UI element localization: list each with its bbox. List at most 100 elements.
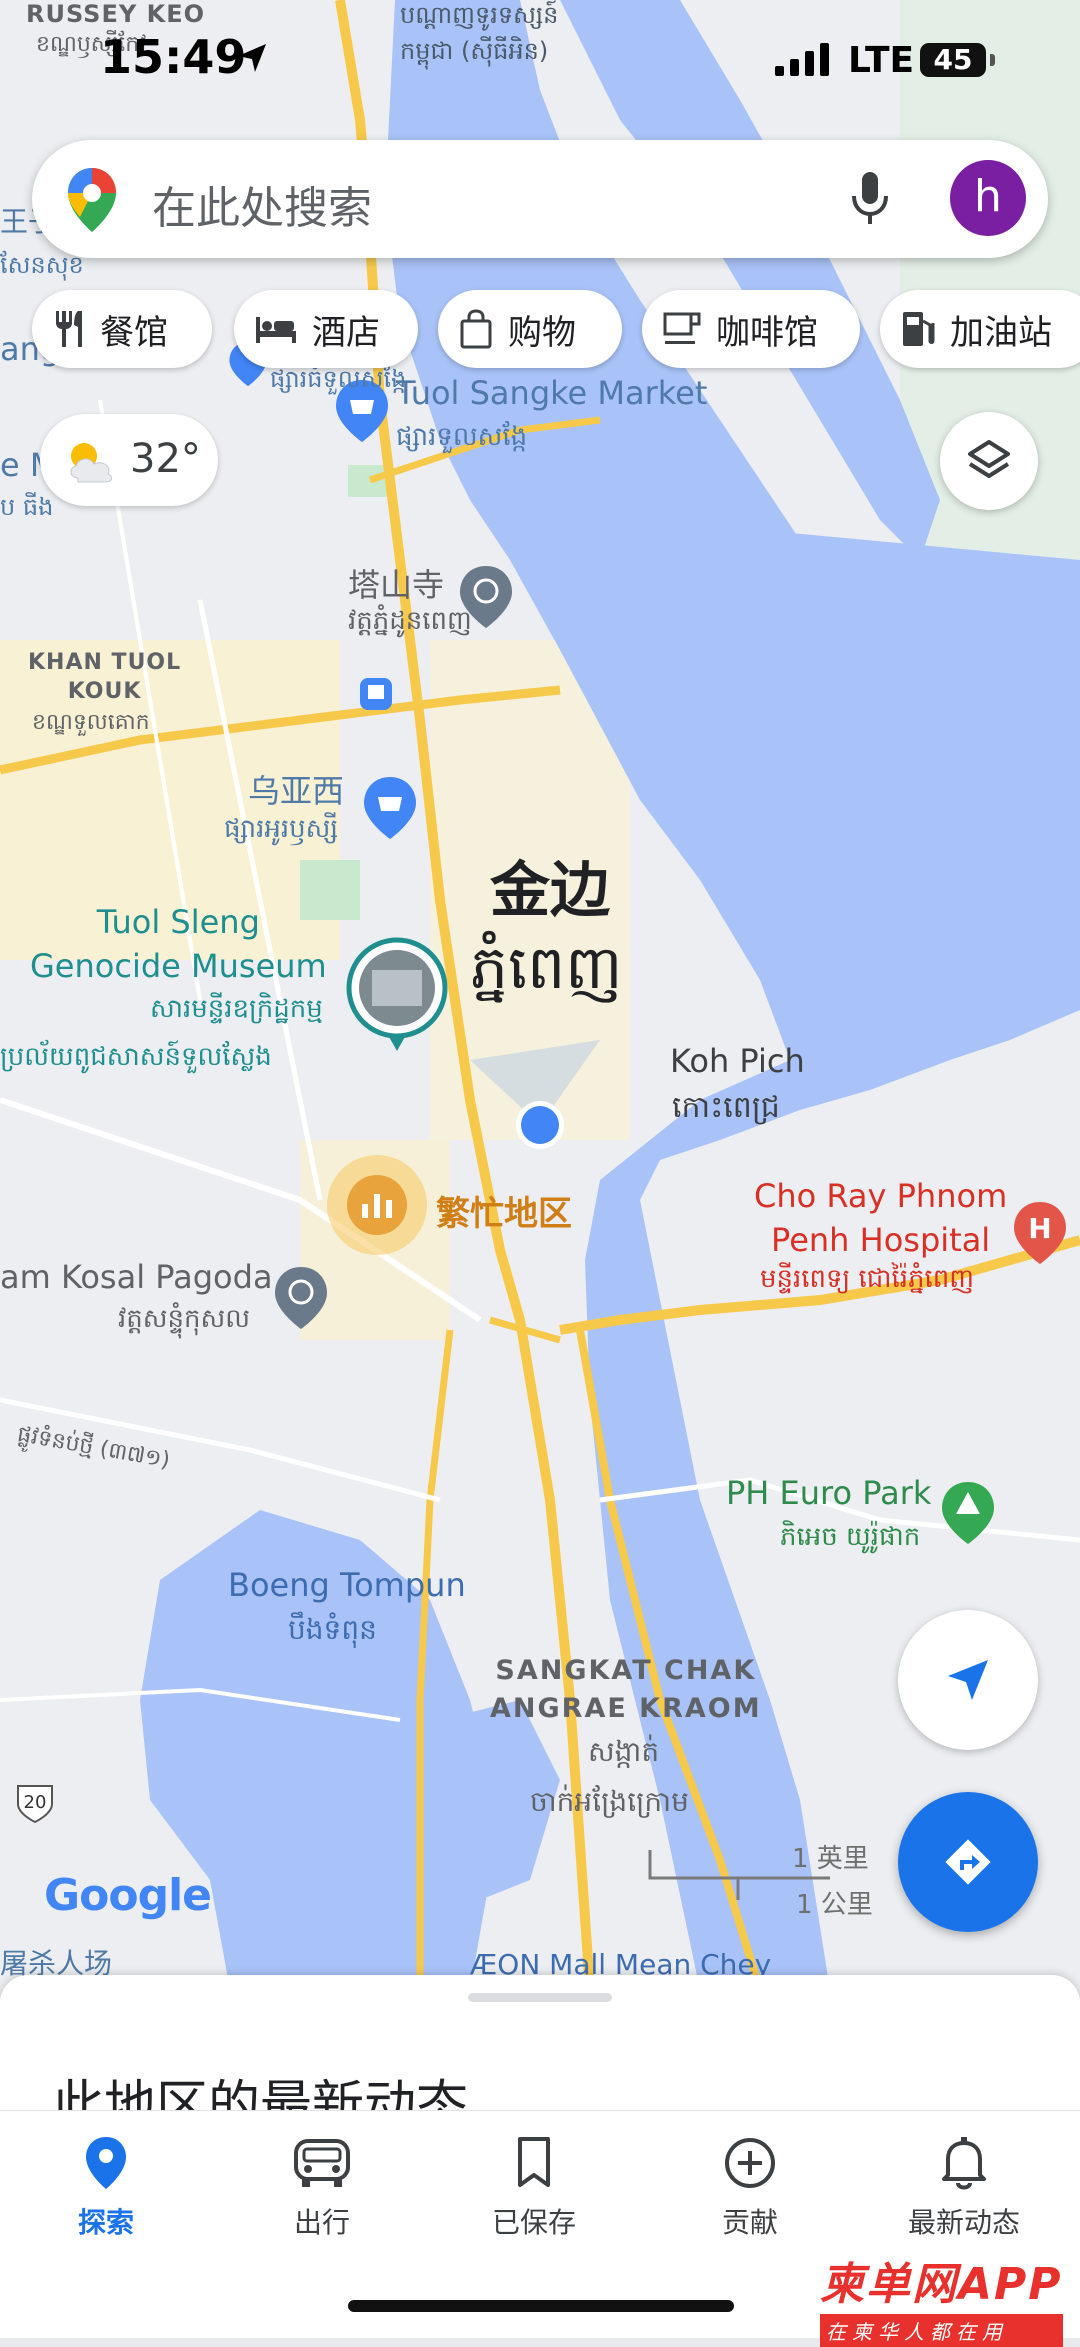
chip-label: 加油站: [950, 312, 1052, 353]
bus-station-icon[interactable]: [358, 676, 394, 712]
map-label-district: SANGKAT CHAK ANGRAE KRAOM: [490, 1655, 762, 1724]
map-label-market-kh: ផ្សារអូរឫស្សី: [224, 814, 339, 844]
chip-label: 餐馆: [100, 312, 168, 353]
route-number: 20: [23, 1792, 47, 1813]
location-pin-icon: [86, 2137, 126, 2189]
map-label-market[interactable]: Tuol Sangke Market: [396, 374, 707, 412]
busy-area-icon[interactable]: [356, 1186, 398, 1224]
map-label-temple-kh: វត្តភ្នំដូនពេញ: [348, 606, 472, 636]
watermark: 柬单网APP 在柬华人都在用: [820, 2248, 1063, 2347]
map-label-park-kh: ភិអេច យូរ៉ូផាក: [780, 1522, 921, 1552]
map-label-museum[interactable]: Tuol Sleng Genocide Museum: [30, 900, 327, 988]
map-label-island-kh: កោះពេជ្រ: [672, 1090, 780, 1125]
map-label-edge: សែនសុខ: [0, 251, 84, 279]
map-label-pagoda-kh: វត្តសន្ទុំកុសល: [118, 1304, 251, 1334]
park-pin-icon[interactable]: [940, 1480, 996, 1546]
google-maps-logo-icon: [68, 168, 116, 232]
chip-gas-stations[interactable]: 加油站: [880, 290, 1080, 368]
navigation-arrow-icon: [948, 1660, 988, 1700]
bookmark-icon: [518, 2137, 550, 2187]
map-label-lake-kh: បឹងទំពុន: [288, 1613, 377, 1646]
tab-updates[interactable]: 最新动态: [874, 2135, 1054, 2241]
map-label-museum-kh: សារមន្ទីរឧក្រិដ្ឋកម្ម: [150, 994, 323, 1024]
map-label-district-kh: ចាក់អង្រែក្រោម: [530, 1785, 689, 1818]
layers-button[interactable]: [940, 412, 1038, 510]
bell-icon: [942, 2137, 986, 2190]
sheet-title: 此地区的最新动态: [52, 2076, 469, 2115]
map-label-district-kh: ខណ្ឌទួលគោក: [32, 710, 150, 735]
map-label-lake: Boeng Tompun: [228, 1566, 466, 1604]
directions-icon: [945, 1839, 991, 1885]
map-label-edge: ប ធីង: [0, 493, 54, 521]
tab-saved[interactable]: 已保存: [444, 2135, 624, 2241]
map-label-city: 金边: [490, 856, 610, 926]
chip-restaurants[interactable]: 餐馆: [32, 290, 212, 368]
home-indicator[interactable]: [348, 2300, 734, 2312]
account-avatar[interactable]: h: [950, 160, 1026, 236]
fork-knife-icon: [56, 311, 82, 347]
updates-sheet[interactable]: 此地区的最新动态: [0, 1975, 1080, 2115]
map-label-pagoda[interactable]: am Kosal Pagoda: [0, 1258, 273, 1296]
battery-icon: 45: [920, 43, 986, 77]
map-label-district-kh: សង្កាត់: [588, 1735, 660, 1768]
add-circle-icon: [725, 2138, 775, 2188]
tab-label: 贡献: [721, 2206, 778, 2239]
hospital-pin-icon[interactable]: H: [1012, 1200, 1068, 1266]
chip-label: 咖啡馆: [716, 312, 818, 353]
map-label-park[interactable]: PH Euro Park: [726, 1474, 931, 1512]
tab-go[interactable]: 出行: [232, 2135, 412, 2241]
coffee-cup-icon: [663, 312, 701, 344]
watermark-tagline: 在柬华人都在用: [820, 2314, 1063, 2347]
bed-icon: [256, 317, 296, 343]
map-label-museum-kh: ប្រល័យពូជសាសន៍ទួលស្លែង: [0, 1042, 272, 1072]
microphone-icon[interactable]: [850, 170, 890, 228]
shopping-pin-icon[interactable]: [362, 775, 418, 841]
map-label-temple[interactable]: 塔山寺: [348, 560, 444, 606]
museum-photo-pin-icon[interactable]: [346, 937, 448, 1053]
cellular-signal-icon: [775, 43, 829, 76]
chip-hotels[interactable]: 酒店: [234, 290, 418, 368]
map-label-hospital[interactable]: Cho Ray Phnom Penh Hospital: [754, 1174, 1007, 1262]
location-arrow-icon: [238, 44, 266, 72]
map-label-island: Koh Pich: [670, 1042, 805, 1080]
map-label-city-kh: ភ្នំពេញ: [470, 933, 623, 1003]
tab-label: 出行: [293, 2206, 350, 2239]
directions-button[interactable]: [898, 1792, 1038, 1932]
map-label-busy-area[interactable]: 繁忙地区: [436, 1186, 572, 1235]
partly-cloudy-icon: [70, 443, 113, 483]
tab-label: 最新动态: [907, 2206, 1020, 2239]
google-logo: Google: [44, 1870, 212, 1921]
search-input[interactable]: 在此处搜索: [152, 172, 372, 236]
layers-icon: [968, 440, 1010, 478]
shopping-bag-icon: [460, 309, 492, 349]
map-label-hospital-kh: មន្ទីរពេទ្យ ជោរ៉ៃភ្នំពេញ: [760, 1264, 975, 1294]
status-time: 15:49: [100, 30, 247, 84]
scale-label-miles: 1 英里: [792, 1844, 869, 1874]
tab-label: 已保存: [491, 2206, 576, 2239]
scale-label-km: 1 公里: [796, 1890, 873, 1920]
watermark-brand: 柬单网APP: [820, 2259, 1063, 2310]
map-label-district: KHAN TUOL KOUK: [28, 650, 182, 704]
network-type: LTE: [848, 40, 915, 81]
my-location-button[interactable]: [898, 1610, 1038, 1750]
weather-widget[interactable]: 32°: [40, 414, 218, 506]
chip-label: 酒店: [312, 312, 380, 353]
chip-label: 购物: [508, 312, 576, 353]
status-bar: 15:49 LTE 45: [0, 0, 1080, 130]
category-chips: 餐馆 酒店 购物 咖啡馆 加油站: [0, 290, 1080, 370]
svg-text:H: H: [1028, 1212, 1051, 1245]
tab-explore[interactable]: 探索: [16, 2135, 196, 2241]
sheet-drag-handle[interactable]: [468, 1993, 612, 2002]
chip-cafes[interactable]: 咖啡馆: [642, 290, 860, 368]
gas-pump-icon: [903, 312, 935, 346]
map-label-market[interactable]: 乌亚西: [248, 766, 344, 812]
temple-pin-icon[interactable]: [273, 1265, 329, 1331]
tab-label: 探索: [77, 2206, 134, 2239]
chip-shopping[interactable]: 购物: [438, 290, 622, 368]
search-bar[interactable]: 在此处搜索 h: [32, 140, 1048, 258]
map-label-market-kh: ផ្សារទួលសង្កែ: [396, 422, 528, 452]
weather-temperature: 32°: [130, 436, 201, 482]
tab-contribute[interactable]: 贡献: [660, 2135, 840, 2241]
battery-tip: [990, 54, 995, 66]
car-icon: [294, 2139, 350, 2187]
